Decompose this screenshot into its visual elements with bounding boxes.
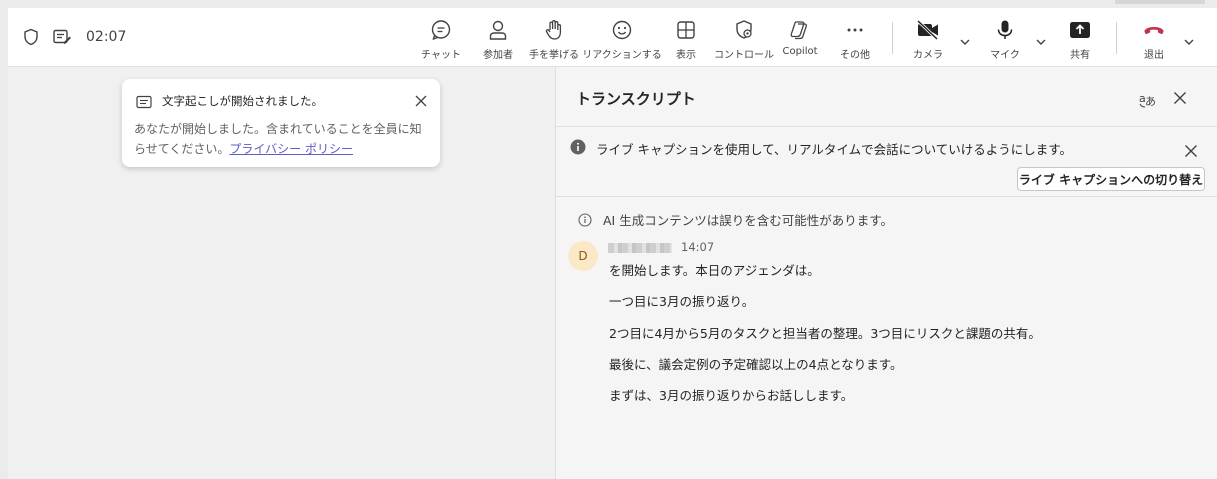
panel-divider (556, 126, 1217, 127)
chat-button[interactable]: チャット (420, 18, 462, 62)
copilot-button[interactable]: Copilot (778, 18, 822, 62)
grid-icon (677, 21, 695, 39)
hand-icon (545, 20, 562, 40)
ai-info-icon (578, 212, 592, 231)
ai-notice-text: AI 生成コンテンツは誤りを含む可能性があります。 (603, 213, 893, 228)
participants-button[interactable]: 参加者 (477, 18, 519, 62)
mic-label: マイク (990, 50, 1020, 61)
copilot-label: Copilot (782, 46, 818, 57)
more-icon (847, 28, 863, 32)
transcript-line: まずは、3月の振り返りからお話しします。 (609, 388, 854, 403)
transcript-panel: トランスクリプト aあ ライブ キャプションを使用して、リアルタイムで会話につい… (555, 67, 1217, 479)
avatar: D (568, 241, 598, 271)
camera-label: カメラ (913, 50, 943, 61)
switch-to-live-captions-button[interactable]: ライブ キャプションへの切り替え (1017, 167, 1205, 191)
hang-up-icon (1144, 27, 1164, 35)
participants-label: 参加者 (483, 50, 513, 61)
meeting-timer: 02:07 (86, 29, 127, 45)
language-settings-icon[interactable]: aあ (1138, 89, 1158, 113)
reactions-button[interactable]: リアクションする (582, 18, 662, 62)
mic-button[interactable]: マイク (988, 18, 1022, 62)
transcription-started-toast: 文字起こしが開始されました。 あなたが開始しました。含まれていることを全員に知ら… (122, 79, 440, 167)
chat-icon (431, 20, 451, 41)
view-button[interactable]: 表示 (668, 18, 704, 62)
camera-button[interactable]: カメラ (911, 18, 945, 62)
window-top-strip (0, 0, 1217, 8)
meeting-stage: 文字起こしが開始されました。 あなたが開始しました。含まれていることを全員に知ら… (8, 67, 555, 479)
share-icon (1070, 22, 1090, 38)
window-left-strip (0, 8, 8, 479)
person-icon (489, 20, 507, 40)
view-label: 表示 (676, 50, 696, 61)
transcript-line: を開始します。本日のアジェンダは。 (609, 263, 820, 278)
shield-icon[interactable] (22, 28, 40, 46)
camera-options-chevron-down-icon[interactable] (959, 32, 971, 51)
raise-hand-label: 手を挙げる (529, 50, 579, 61)
entry-timestamp: 14:07 (681, 240, 715, 254)
transcript-status-icon[interactable] (52, 28, 72, 46)
toolbar-status: 02:07 (22, 28, 126, 46)
panel-divider (556, 196, 1217, 197)
panel-title: トランスクリプト (576, 90, 696, 108)
meeting-toolbar: 02:07 チャット 参加者 手を挙げる リアクションする 表示 コントロール … (8, 8, 1217, 67)
privacy-policy-link[interactable]: プライバシー ポリシー (229, 142, 353, 156)
toolbar-divider (1116, 22, 1117, 54)
transcript-line: 2つ目に4月から5月のタスクと担当者の整理。3つ目にリスクと課題の共有。 (609, 326, 1041, 341)
live-caption-info-text: ライブ キャプションを使用して、リアルタイムで会話についていけるようにします。 (596, 142, 1072, 157)
info-icon (570, 139, 586, 159)
panel-close-icon[interactable] (1173, 90, 1187, 109)
speaker-name-redacted (608, 243, 672, 253)
toast-body: あなたが開始しました。含まれていることを全員に知らせてください。プライバシー ポ… (134, 119, 430, 159)
more-label: その他 (840, 50, 870, 61)
smiley-icon (612, 20, 632, 40)
shield-gear-icon (736, 20, 752, 39)
leave-label: 退出 (1144, 50, 1164, 61)
camera-off-icon (916, 19, 939, 41)
share-label: 共有 (1070, 50, 1090, 61)
reactions-label: リアクションする (582, 50, 662, 61)
toast-close-icon[interactable] (414, 93, 428, 112)
controls-button[interactable]: コントロール (714, 18, 774, 62)
leave-button[interactable]: 退出 (1137, 18, 1171, 62)
leave-options-chevron-down-icon[interactable] (1183, 32, 1195, 51)
mic-options-chevron-down-icon[interactable] (1035, 32, 1047, 51)
toolbar-divider (892, 22, 893, 54)
copilot-icon (790, 21, 808, 40)
more-button[interactable]: その他 (834, 18, 876, 62)
transcript-line: 一つ目に3月の振り返り。 (609, 294, 755, 309)
info-close-icon[interactable] (1184, 143, 1198, 162)
raise-hand-button[interactable]: 手を挙げる (526, 18, 582, 62)
chat-label: チャット (421, 50, 461, 61)
controls-label: コントロール (714, 50, 774, 61)
svg-text:あ: あ (1145, 95, 1156, 108)
transcript-line: 最後に、議会定例の予定確認以上の4点となります。 (609, 357, 903, 372)
toast-title: 文字起こしが開始されました。 (162, 94, 323, 108)
transcript-icon (136, 94, 152, 113)
microphone-icon (997, 20, 1013, 39)
share-button[interactable]: 共有 (1063, 18, 1097, 62)
window-tab (1115, 0, 1205, 4)
